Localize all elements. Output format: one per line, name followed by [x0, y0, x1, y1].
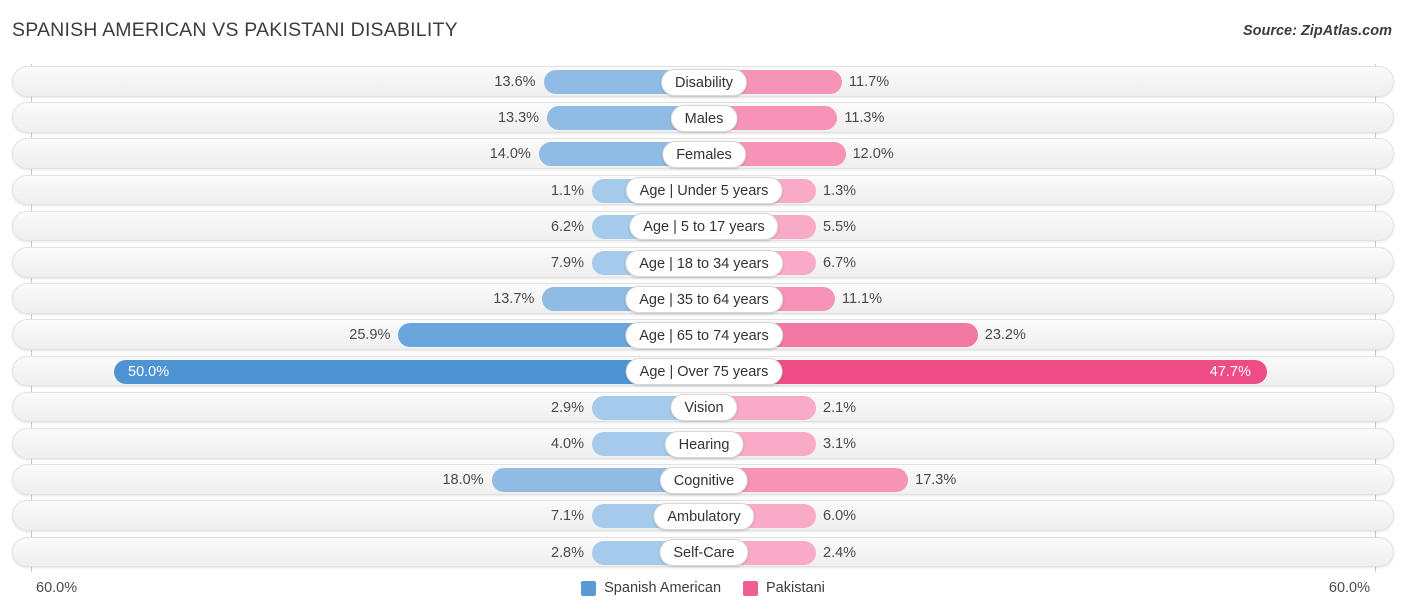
value-label-pakistani: 47.7%: [1209, 363, 1251, 380]
value-label-spanish-american: 6.2%: [550, 218, 584, 235]
category-label: Age | 5 to 17 years: [629, 213, 779, 241]
legend-label: Pakistani: [766, 580, 825, 596]
legend-item[interactable]: Spanish American: [581, 580, 721, 596]
value-label-spanish-american: 7.1%: [550, 508, 584, 525]
category-label: Ambulatory: [653, 502, 755, 530]
chart-row: 50.0% 47.7% Age | Over 75 years: [12, 355, 1394, 387]
source-attribution: Source: ZipAtlas.com: [1242, 23, 1392, 39]
category-label: Age | 18 to 34 years: [625, 249, 783, 277]
value-label-pakistani: 2.1%: [823, 399, 857, 416]
category-label: Self-Care: [659, 539, 749, 567]
chart-row: 7.1% 6.0% Ambulatory: [12, 500, 1394, 531]
chart-legend: Spanish American Pakistani: [0, 580, 1406, 596]
value-label-pakistani: 11.3%: [844, 110, 885, 127]
chart-row: 13.6% 11.7% Disability: [12, 66, 1394, 97]
disability-comparison-chart: SPANISH AMERICAN VS PAKISTANI DISABILITY…: [0, 0, 1406, 612]
category-label: Females: [662, 140, 746, 168]
chart-row: 7.9% 6.7% Age | 18 to 34 years: [12, 247, 1394, 278]
chart-row: 2.9% 2.1% Vision: [12, 391, 1394, 423]
chart-row: 2.8% 2.4% Self-Care: [12, 536, 1394, 568]
legend-swatch-icon: [581, 580, 597, 596]
value-label-spanish-american: 50.0%: [128, 363, 170, 380]
value-label-pakistani: 11.7%: [849, 74, 890, 90]
category-label: Cognitive: [659, 466, 749, 494]
value-label-pakistani: 23.2%: [984, 327, 1026, 344]
chart-row: 6.2% 5.5% Age | 5 to 17 years: [12, 210, 1394, 242]
value-label-spanish-american: 13.6%: [494, 74, 536, 90]
legend-swatch-icon: [743, 580, 759, 596]
value-label-pakistani: 2.4%: [823, 544, 857, 561]
value-label-pakistani: 1.3%: [823, 182, 857, 199]
value-label-pakistani: 11.1%: [841, 291, 883, 308]
category-label: Age | 65 to 74 years: [625, 321, 783, 349]
chart-row: 1.1% 1.3% Age | Under 5 years: [12, 174, 1394, 206]
chart-row: 18.0% 17.3% Cognitive: [12, 464, 1394, 495]
value-label-spanish-american: 25.9%: [349, 327, 391, 344]
page-title: SPANISH AMERICAN VS PAKISTANI DISABILITY: [12, 19, 458, 41]
value-label-spanish-american: 14.0%: [489, 146, 531, 163]
legend-label: Spanish American: [604, 580, 722, 596]
value-label-spanish-american: 7.9%: [550, 255, 584, 271]
category-label: Disability: [660, 68, 748, 96]
chart-row: 14.0% 12.0% Females: [12, 138, 1394, 169]
chart-row: 4.0% 3.1% Hearing: [12, 428, 1394, 459]
category-label: Hearing: [664, 430, 744, 458]
chart-row: 13.7% 11.1% Age | 35 to 64 years: [12, 283, 1394, 314]
value-label-spanish-american: 13.3%: [497, 110, 540, 127]
value-label-spanish-american: 13.7%: [493, 291, 535, 308]
category-label: Males: [670, 104, 738, 132]
value-label-spanish-american: 2.9%: [550, 399, 584, 416]
category-label: Age | Under 5 years: [625, 177, 783, 205]
chart-row: 13.3% 11.3% Males: [12, 102, 1394, 133]
category-label: Age | 35 to 64 years: [625, 285, 783, 313]
category-label: Vision: [670, 394, 738, 422]
chart-footer: 60.0% 60.0% Spanish American Pakistani: [0, 572, 1406, 612]
bar-spanish-american: [114, 359, 712, 384]
category-label: Age | Over 75 years: [625, 358, 783, 386]
value-label-spanish-american: 2.8%: [550, 544, 584, 561]
value-label-pakistani: 5.5%: [823, 218, 857, 235]
value-label-spanish-american: 4.0%: [550, 436, 584, 452]
value-label-pakistani: 6.7%: [823, 255, 857, 271]
chart-plot-area: 13.6% 11.7% Disability 13.3% 11.3% Males 14.0%…: [0, 64, 1406, 572]
value-label-pakistani: 6.0%: [823, 508, 857, 525]
value-label-pakistani: 3.1%: [823, 436, 857, 452]
chart-row: 25.9% 23.2% Age | 65 to 74 years: [12, 319, 1394, 350]
value-label-pakistani: 12.0%: [852, 146, 894, 163]
value-label-spanish-american: 1.1%: [550, 182, 584, 199]
value-label-pakistani: 17.3%: [915, 472, 957, 489]
legend-item[interactable]: Pakistani: [743, 580, 825, 596]
value-label-spanish-american: 18.0%: [442, 472, 484, 489]
